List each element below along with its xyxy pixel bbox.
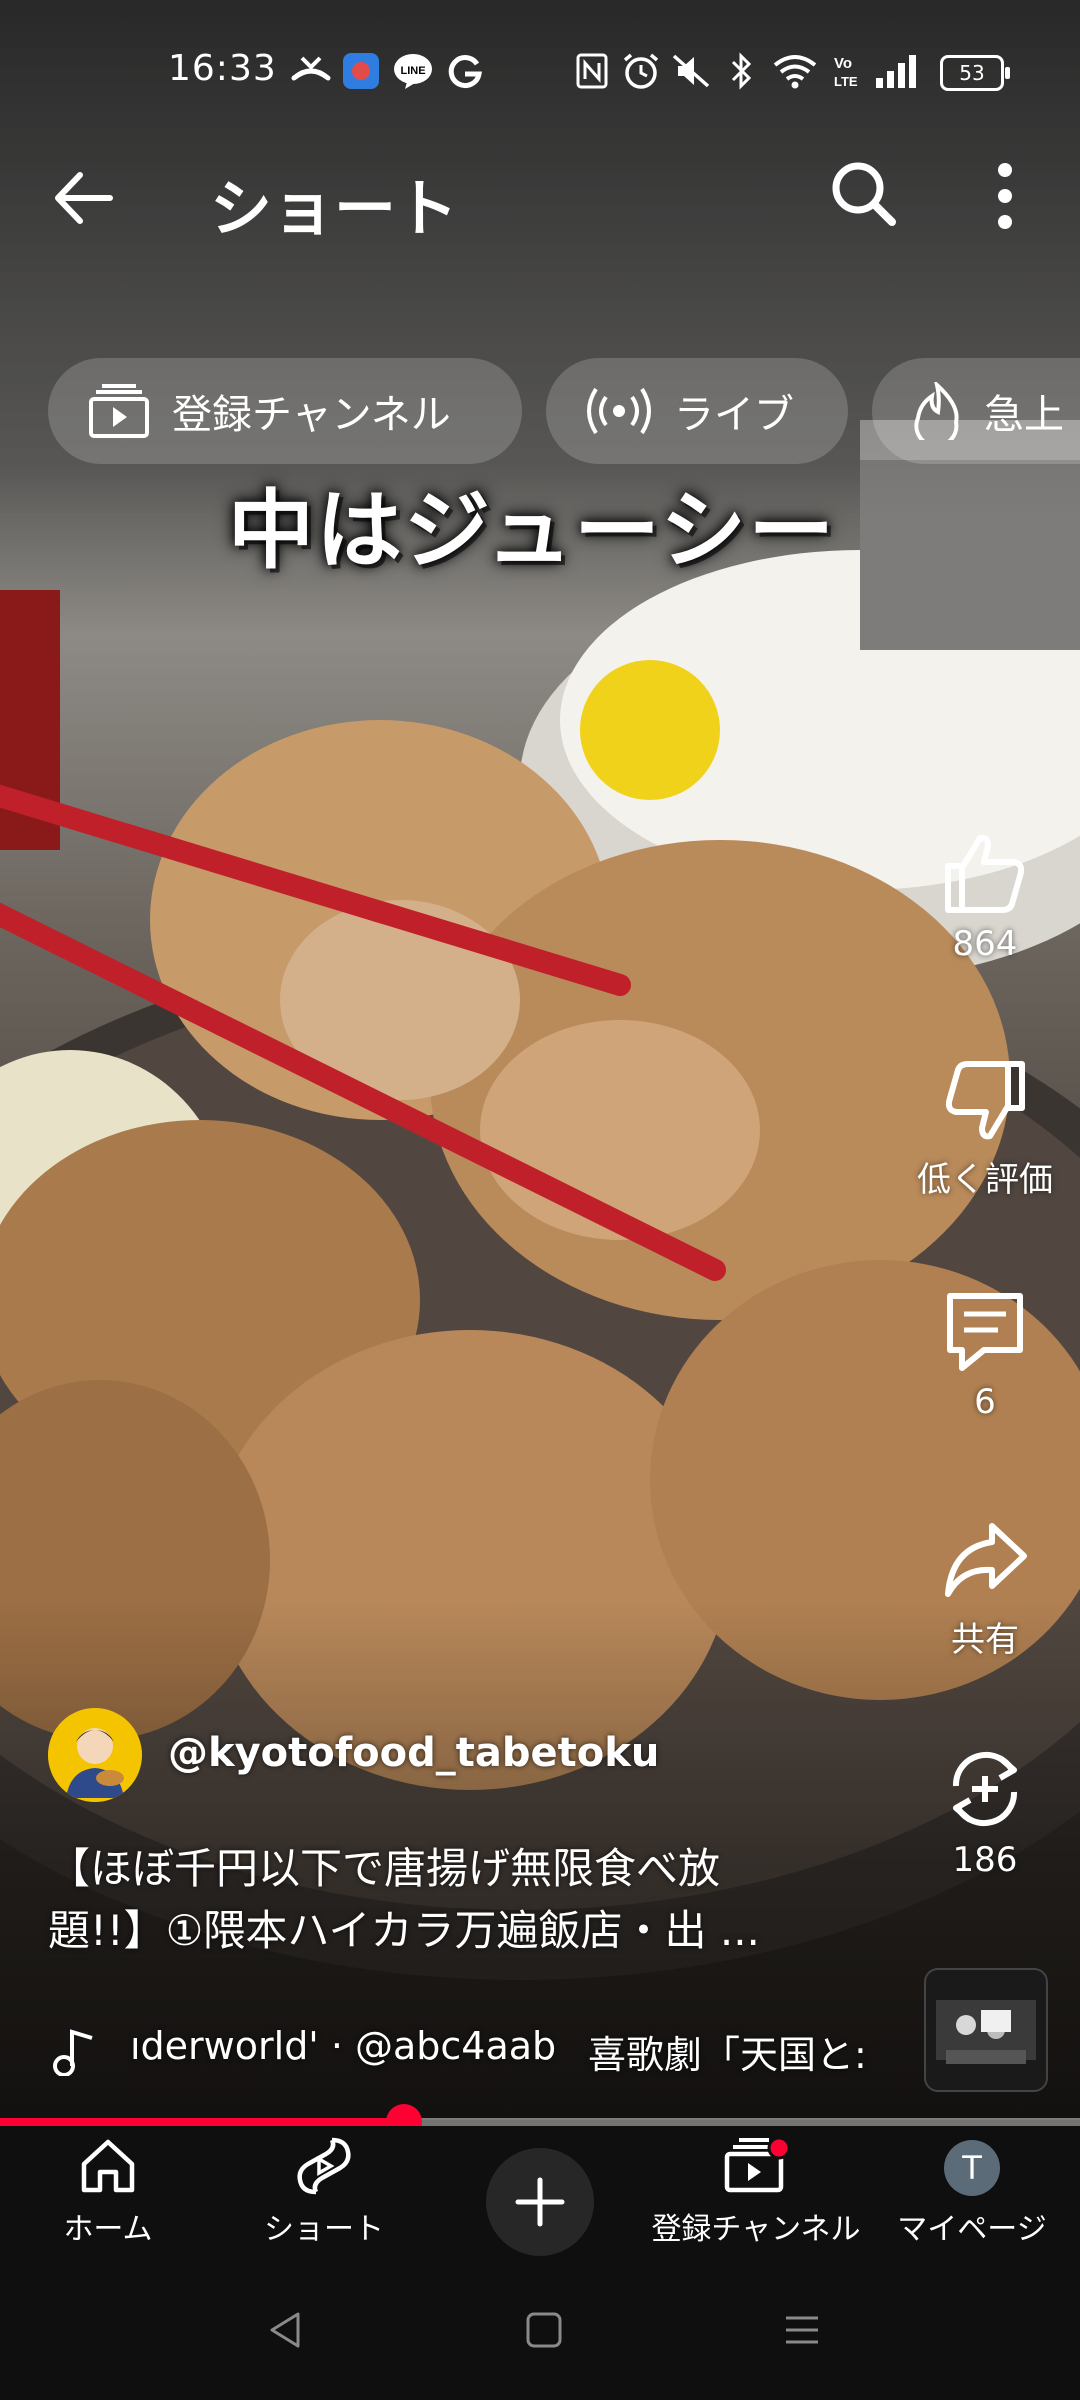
status-time: 16:33 <box>168 48 277 89</box>
channel-avatar[interactable] <box>48 1708 142 1802</box>
progress-fill <box>0 2118 404 2126</box>
system-home-icon[interactable] <box>524 2310 564 2350</box>
share-label: 共有 <box>951 1620 1019 1660</box>
volte-icon: Vo LTE <box>834 55 858 89</box>
dislike-button[interactable]: 低く評価 <box>900 1058 1070 1201</box>
music-row[interactable]: ıderworld' · @abc4aab 喜歌劇「天国と: <box>48 2022 898 2082</box>
chip-label: 登録チャンネル <box>172 392 451 438</box>
page-title: ショート <box>210 172 459 245</box>
google-icon <box>448 55 482 89</box>
trending-icon <box>914 382 959 440</box>
music-track-text-2: 喜歌劇「天国と: <box>588 2033 867 2077</box>
nav-shorts-label: ショート <box>264 2212 384 2247</box>
dislike-label: 低く評価 <box>917 1160 1053 1200</box>
nav-home[interactable]: ホーム <box>0 2136 216 2248</box>
chip-label: 急上 <box>984 392 1064 438</box>
more-options-icon[interactable] <box>985 158 1025 234</box>
music-track-text: ıderworld' · @abc4aab <box>130 2024 557 2068</box>
subscriptions-icon <box>724 2136 791 2193</box>
video-description[interactable]: 【ほぼ千円以下で唐揚げ無限食べ放 題!!】①隈本ハイカラ万遍飯店・出 ... <box>48 1838 868 1962</box>
sound-thumbnail-image <box>926 1970 1046 2090</box>
nav-shorts[interactable]: ショート <box>216 2136 432 2248</box>
nav-home-label: ホーム <box>63 2212 153 2247</box>
system-recents-icon[interactable] <box>782 2310 822 2350</box>
nav-mypage[interactable]: T マイページ <box>864 2136 1080 2248</box>
music-note-icon <box>53 2029 93 2076</box>
nfc-icon <box>576 53 608 89</box>
description-line-1: 【ほぼ千円以下で唐揚げ無限食べ放 <box>48 1844 721 1893</box>
system-back-icon[interactable] <box>266 2310 306 2350</box>
remix-button[interactable]: 186 <box>900 1746 1070 1880</box>
video-caption-overlay: 中はジューシー <box>228 481 837 581</box>
nav-subscriptions-label: 登録チャンネル <box>651 2212 861 2247</box>
bluetooth-icon <box>731 52 752 90</box>
status-bar: 16:33 LINE Vo LTE 53 <box>0 0 1080 140</box>
filter-chips: 登録チャンネル ライブ 急上 <box>48 358 1080 466</box>
alarm-icon <box>623 53 659 89</box>
share-icon <box>945 1523 1027 1597</box>
system-navigation-bar <box>0 2260 1080 2400</box>
description-line-2: 題!!】①隈本ハイカラ万遍飯店・出 ... <box>48 1906 760 1955</box>
chip-label: ライブ <box>674 392 794 438</box>
create-button[interactable] <box>486 2148 594 2256</box>
chip-subscriptions[interactable]: 登録チャンネル <box>48 358 522 464</box>
channel-avatar-image <box>48 1708 142 1802</box>
share-button[interactable]: 共有 <box>900 1518 1070 1661</box>
thumbs-up-icon <box>945 834 1025 913</box>
live-icon <box>587 387 651 435</box>
mute-icon <box>672 54 710 88</box>
missed-call-icon <box>291 56 331 81</box>
like-count: 864 <box>952 924 1018 964</box>
like-button[interactable]: 864 <box>900 830 1070 964</box>
channel-handle[interactable]: @kyotofood_tabetoku <box>168 1730 659 1776</box>
app-header: ショート <box>0 140 1080 250</box>
signal-icon <box>876 55 916 88</box>
remix-icon <box>952 1751 1018 1827</box>
search-icon[interactable] <box>828 158 898 228</box>
plus-icon <box>515 2177 565 2227</box>
chip-live[interactable]: ライブ <box>546 358 848 464</box>
comments-button[interactable]: 6 <box>900 1288 1070 1422</box>
svg-text:LINE: LINE <box>400 65 425 77</box>
comment-count: 6 <box>974 1382 996 1422</box>
app-icon <box>343 53 379 89</box>
subscriptions-icon <box>89 384 149 438</box>
sound-thumbnail[interactable] <box>924 1968 1048 2092</box>
home-icon <box>81 2139 135 2193</box>
video-progress-bar[interactable] <box>0 2104 1080 2140</box>
bottom-navigation: ホーム ショート 登録チャンネル T マイページ <box>0 2126 1080 2260</box>
svg-text:Vo: Vo <box>834 55 852 72</box>
chip-trending[interactable]: 急上 <box>872 358 1080 464</box>
nav-subscriptions[interactable]: 登録チャンネル <box>648 2136 864 2248</box>
back-arrow-icon[interactable] <box>50 165 116 231</box>
thumbs-down-icon <box>945 1061 1025 1140</box>
wifi-icon <box>773 55 817 89</box>
shorts-icon <box>297 2137 351 2195</box>
nav-mypage-label: マイページ <box>897 2212 1047 2247</box>
svg-text:LTE: LTE <box>834 74 858 89</box>
comment-icon <box>947 1293 1023 1371</box>
line-icon: LINE <box>394 54 432 89</box>
remix-count: 186 <box>952 1840 1018 1880</box>
user-avatar: T <box>944 2140 1000 2196</box>
battery-icon: 53 <box>940 55 1010 91</box>
